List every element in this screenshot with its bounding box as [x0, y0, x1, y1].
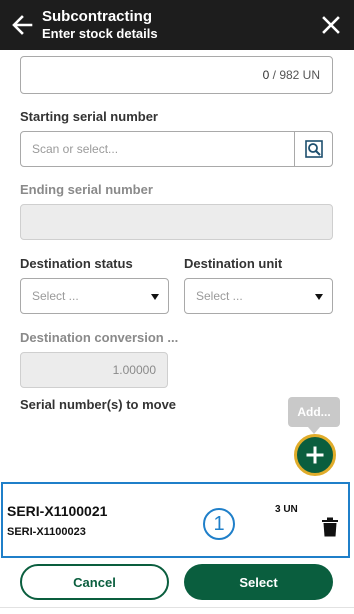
quantity-separator: / — [269, 68, 280, 82]
ending-serial-input — [20, 204, 333, 240]
back-button[interactable] — [8, 11, 36, 39]
page-subtitle: Enter stock details — [42, 26, 158, 41]
arrow-left-icon — [12, 15, 33, 35]
chevron-down-icon — [315, 294, 323, 300]
destination-conversion-label: Destination conversion ... — [20, 330, 179, 345]
row-number-badge: 1 — [203, 508, 235, 540]
page-title: Subcontracting — [42, 8, 153, 25]
starting-serial-placeholder: Scan or select... — [32, 142, 119, 156]
app-header: Subcontracting Enter stock details — [0, 0, 354, 50]
close-button[interactable] — [318, 12, 344, 38]
add-tooltip: Add... — [288, 397, 340, 427]
starting-serial-label: Starting serial number — [20, 109, 158, 124]
destination-unit-select[interactable]: Select ... — [184, 278, 333, 314]
list-item[interactable]: SERI-X1100021 SERI-X1100023 1 3 UN — [1, 482, 350, 558]
destination-unit-label: Destination unit — [184, 256, 283, 271]
destination-status-select[interactable]: Select ... — [20, 278, 169, 314]
serial-to: SERI-X1100023 — [7, 526, 86, 538]
serial-from: SERI-X1100021 — [7, 503, 108, 519]
starting-serial-lookup-button[interactable] — [294, 131, 333, 167]
plus-icon — [306, 446, 324, 464]
destination-status-placeholder: Select ... — [32, 289, 79, 303]
trash-icon — [322, 517, 338, 537]
search-icon — [304, 140, 323, 158]
cancel-button[interactable]: Cancel — [20, 564, 169, 600]
add-tooltip-arrow — [308, 427, 320, 434]
destination-conversion-field: 1.00000 — [20, 352, 168, 388]
chevron-down-icon — [151, 294, 159, 300]
delete-row-button[interactable] — [319, 516, 341, 538]
destination-status-label: Destination status — [20, 256, 133, 271]
ending-serial-label: Ending serial number — [20, 182, 153, 197]
select-button[interactable]: Select — [184, 564, 333, 600]
quantity-field[interactable]: 0 / 982 UN — [20, 56, 333, 94]
quantity-total: 982 UN — [279, 68, 320, 82]
starting-serial-input[interactable]: Scan or select... — [20, 131, 295, 167]
serial-quantity: 3 UN — [275, 504, 298, 515]
close-icon — [322, 16, 340, 34]
add-serial-button[interactable] — [294, 434, 336, 476]
quantity-current: 0 — [262, 68, 270, 82]
destination-conversion-value: 1.00000 — [112, 363, 156, 377]
serials-to-move-label: Serial number(s) to move — [20, 397, 177, 412]
destination-unit-placeholder: Select ... — [196, 289, 243, 303]
bottom-divider — [0, 607, 354, 608]
